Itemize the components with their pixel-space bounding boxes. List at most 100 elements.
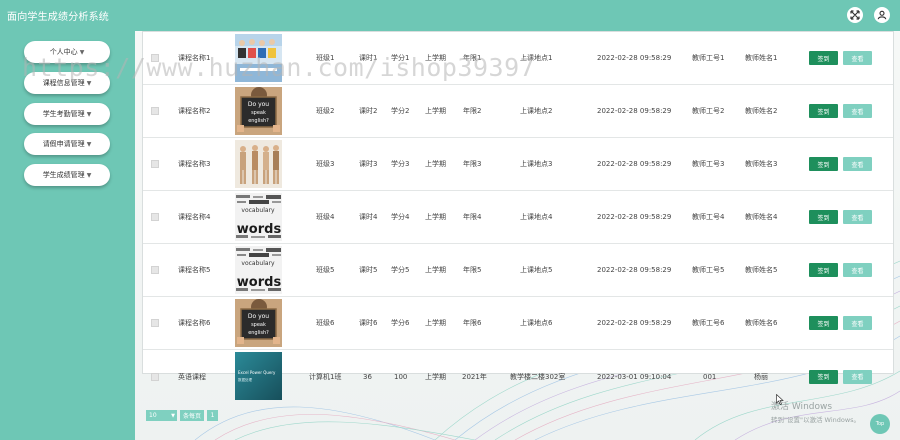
credit: 100 [394,372,408,381]
table-row: 课程名称5 vocabulary words 班级5 课时5 学分5 上学期 年… [143,244,893,297]
term: 上学期 [425,319,446,327]
view-button[interactable]: 查看 [843,369,872,384]
credit: 学分4 [391,213,410,221]
sidebar: 个人中心 ▼ 课程信息管理 ▼ 学生考勤管理 ▼ 请假申请管理 ▼ 学生成绩管理 ▼ [0,31,135,440]
class-name: 班级3 [316,160,335,168]
view-button[interactable]: 查看 [843,157,872,171]
course-name: 课程名称5 [178,266,211,274]
teacher-name: 教师姓名1 [745,54,778,62]
location: 上课地点5 [520,266,553,274]
row-checkbox[interactable] [151,160,159,168]
course-image: Do you speak english? [235,299,282,347]
term: 上学期 [425,213,446,221]
row-checkbox[interactable] [151,266,159,274]
sidebar-item-grade-management[interactable]: 学生成绩管理 ▼ [24,164,110,186]
class-name: 班级2 [316,107,335,115]
credit: 学分5 [391,266,410,274]
course-image [235,140,282,188]
credit: 学分6 [391,319,410,327]
teacher-name: 教师姓名3 [745,160,778,168]
sign-in-button[interactable]: 签到 [809,263,838,277]
view-button[interactable]: 查看 [843,51,872,65]
sidebar-item-label: 课程信息管理 [42,79,85,87]
sign-in-button[interactable]: 签到 [809,210,838,224]
sign-in-button[interactable]: 签到 [809,316,838,330]
row-checkbox[interactable] [151,319,159,327]
time: 2022-02-28 09:58:29 [597,266,672,274]
table-row: 课程名称3 班级3 课时3 学分3 上学期 年限3 上课地点3 2022-02-… [143,138,893,191]
class-name: 班级5 [316,266,335,274]
view-button[interactable]: 查看 [843,104,872,118]
sidebar-item-leave-management[interactable]: 请假申请管理 ▼ [24,133,110,155]
sign-in-button[interactable]: 签到 [809,51,838,65]
row-checkbox[interactable] [151,54,159,62]
year: 年限3 [463,160,482,168]
page-size-label: 条每页 [180,410,205,421]
course-image: Do you speak english? [235,87,282,135]
time: 2022-02-28 09:58:29 [597,107,672,115]
mouse-cursor-icon [776,390,784,409]
top-bar: 面向学生成绩分析系统 [0,0,900,31]
course-name: 课程名称4 [178,213,211,221]
sign-line2: speak [251,322,266,328]
hours: 课时6 [359,319,378,327]
view-button[interactable]: 查看 [843,210,872,224]
row-checkbox[interactable] [151,213,159,221]
page-size-select[interactable]: 10 ▼ [146,410,177,421]
chevron-down-icon: ▼ [86,171,92,179]
view-button[interactable]: 查看 [843,263,872,277]
class-name: 班级1 [316,54,335,62]
year: 年限1 [463,54,482,62]
year: 年限2 [463,107,482,115]
user-icon[interactable] [874,7,890,23]
teacher-id: 教师工号2 [692,107,725,115]
back-to-top-button[interactable]: Top [870,414,890,434]
sidebar-item-course-management[interactable]: 课程信息管理 ▼ [24,72,110,94]
vocab-small-text: vocabulary [241,207,275,214]
course-name: 课程名称6 [178,319,211,327]
sidebar-item-label: 学生考勤管理 [42,110,85,118]
course-image [235,34,282,82]
course-name: 课程名称3 [178,160,211,168]
credit: 学分1 [391,54,410,62]
hours: 课时3 [359,160,378,168]
chevron-down-icon: ▼ [79,48,85,56]
sign-in-button[interactable]: 签到 [809,369,838,384]
term: 上学期 [425,266,446,274]
page-number-button[interactable]: 1 [207,410,219,421]
sidebar-item-attendance-management[interactable]: 学生考勤管理 ▼ [24,103,110,125]
time: 2022-03-01 09:10:04 [597,372,672,381]
location: 上课地点2 [520,107,553,115]
hours: 课时2 [359,107,378,115]
year: 2021年 [462,372,487,381]
chevron-down-icon: ▼ [86,79,92,87]
book-line2: 数据处理 [238,377,252,382]
sidebar-item-label: 学生成绩管理 [42,171,85,179]
page-size-value: 10 [149,412,157,419]
teacher-name: 教师姓名4 [745,213,778,221]
term: 上学期 [425,107,446,115]
activation-line2: 转到"设置"以激活 Windows。 [771,416,861,424]
row-checkbox[interactable] [151,107,159,115]
teacher-id: 教师工号4 [692,213,725,221]
chevron-down-icon: ▼ [171,412,175,419]
fullscreen-icon[interactable] [847,7,863,23]
sign-in-button[interactable]: 签到 [809,157,838,171]
sidebar-item-personal-center[interactable]: 个人中心 ▼ [24,41,110,63]
time: 2022-02-28 09:58:29 [597,213,672,221]
credit: 学分3 [391,160,410,168]
teacher-id: 教师工号3 [692,160,725,168]
chevron-down-icon: ▼ [86,110,92,118]
sidebar-item-label: 请假申请管理 [42,140,85,148]
table-row: 课程名称4 vocabulary words 班级4 课时4 学分4 上学期 年… [143,191,893,244]
chevron-down-icon: ▼ [86,140,92,148]
vocab-big-text: words [237,275,282,290]
hours: 课时5 [359,266,378,274]
teacher-name: 杨丽 [754,372,768,381]
row-checkbox[interactable] [151,372,159,381]
teacher-id: 001 [703,372,717,381]
view-button[interactable]: 查看 [843,316,872,330]
sign-line1: Do you [248,313,269,320]
location: 上课地点4 [520,213,553,221]
sign-in-button[interactable]: 签到 [809,104,838,118]
